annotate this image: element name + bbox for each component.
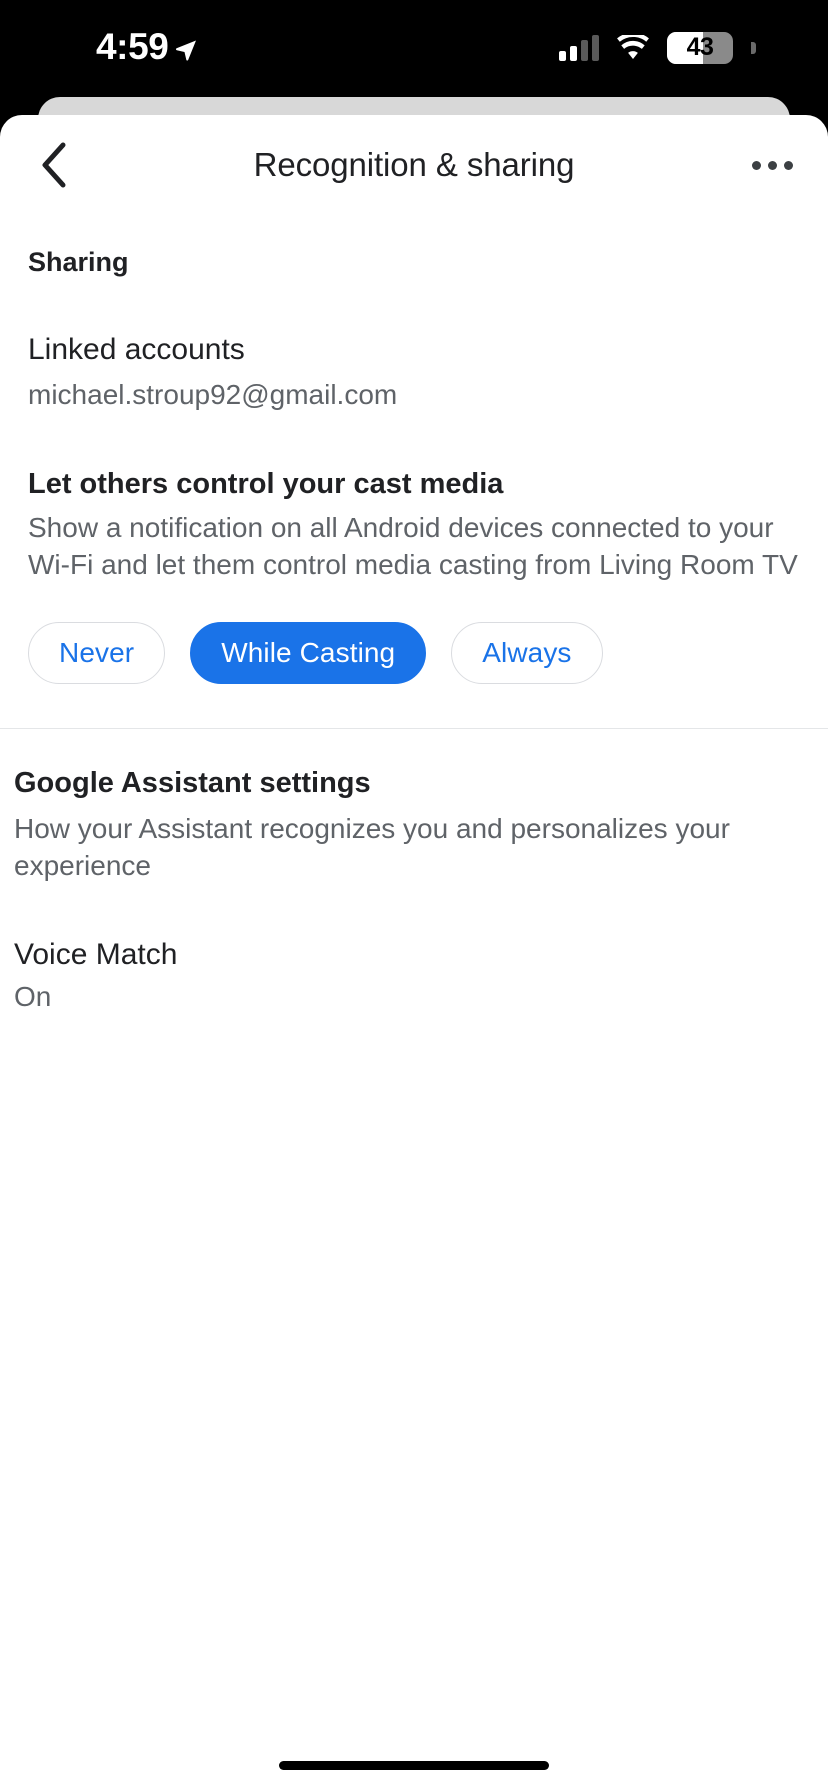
battery-icon: 43 bbox=[667, 31, 733, 64]
chip-while-casting[interactable]: While Casting bbox=[190, 621, 427, 684]
status-bar-left: 4:59 bbox=[96, 28, 198, 67]
section-divider bbox=[0, 727, 828, 729]
chip-never[interactable]: Never bbox=[28, 621, 166, 684]
wifi-icon bbox=[617, 34, 649, 59]
cast-media-option-group: Never While Casting Always bbox=[28, 621, 800, 684]
back-button[interactable] bbox=[28, 139, 80, 191]
assistant-settings-title: Google Assistant settings bbox=[14, 766, 371, 799]
back-chevron-icon bbox=[42, 142, 66, 188]
page-title: Recognition & sharing bbox=[253, 146, 575, 183]
sharing-section: Sharing Linked accounts michael.stroup92… bbox=[0, 247, 828, 684]
home-indicator[interactable] bbox=[279, 1761, 549, 1770]
battery-terminal bbox=[751, 41, 756, 54]
status-bar-right: 43 bbox=[559, 31, 756, 64]
cellular-signal-icon bbox=[559, 34, 599, 61]
overflow-menu-button[interactable] bbox=[746, 145, 798, 185]
voice-match-value: On bbox=[14, 981, 52, 1013]
linked-accounts-value: michael.stroup92@gmail.com bbox=[28, 378, 398, 410]
linked-accounts-title: Linked accounts bbox=[28, 333, 245, 366]
battery-percent-label: 43 bbox=[686, 33, 714, 61]
settings-content: Sharing Linked accounts michael.stroup92… bbox=[0, 247, 828, 1013]
assistant-settings-description: How your Assistant recognizes you and pe… bbox=[14, 812, 730, 881]
cast-media-description: Show a notification on all Android devic… bbox=[28, 512, 798, 581]
overflow-dot bbox=[751, 160, 761, 170]
voice-match-title: Voice Match bbox=[14, 938, 178, 972]
cast-media-row: Let others control your cast media Show … bbox=[28, 467, 800, 584]
status-bar: 4:59 43 bbox=[0, 0, 828, 95]
phone-screen: 4:59 43 Recognition & sharing Sharing Li… bbox=[0, 0, 828, 1792]
voice-match-row[interactable]: Voice Match On bbox=[14, 938, 814, 1013]
sharing-section-label: Sharing bbox=[28, 247, 129, 277]
chip-always[interactable]: Always bbox=[451, 621, 603, 684]
location-arrow-icon bbox=[176, 40, 197, 61]
status-bar-clock: 4:59 bbox=[96, 26, 169, 67]
assistant-section: Google Assistant settings How your Assis… bbox=[0, 767, 828, 1013]
app-bar: Recognition & sharing bbox=[0, 115, 828, 215]
linked-accounts-row[interactable]: Linked accounts michael.stroup92@gmail.c… bbox=[28, 332, 800, 413]
overflow-dot bbox=[783, 160, 793, 170]
cast-media-title: Let others control your cast media bbox=[28, 467, 504, 500]
settings-sheet: Recognition & sharing Sharing Linked acc… bbox=[0, 115, 828, 1792]
overflow-dot bbox=[767, 160, 777, 170]
